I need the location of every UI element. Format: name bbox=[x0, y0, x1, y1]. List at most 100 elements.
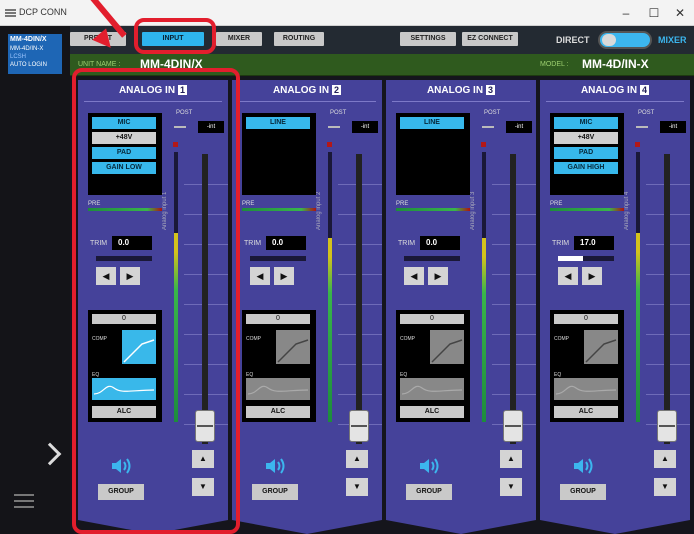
source-button[interactable]: LINE bbox=[400, 117, 464, 129]
channel-strip: ANALOG IN 3 LINE PRE TRIM 0.0 ◀ ▶ 0 COMP … bbox=[386, 80, 536, 534]
trim-label: TRIM bbox=[244, 240, 262, 247]
tab-settings[interactable]: SETTINGS bbox=[400, 32, 456, 46]
app-menu-icon[interactable] bbox=[5, 9, 16, 17]
trim-level-bar bbox=[558, 256, 614, 261]
direct-mixer-toggle[interactable] bbox=[598, 31, 652, 49]
device-item[interactable]: LCSH bbox=[8, 53, 62, 61]
channel-number: 3 bbox=[486, 85, 496, 95]
tab-ez-connect[interactable]: EZ CONNECT bbox=[462, 32, 518, 46]
comp-graph[interactable] bbox=[430, 330, 464, 364]
channel-route-label: Analog input 2 bbox=[316, 191, 322, 230]
trim-down-button[interactable]: ◀ bbox=[558, 267, 578, 285]
trim-up-button[interactable]: ▶ bbox=[274, 267, 294, 285]
source-button[interactable]: MIC bbox=[554, 117, 618, 129]
trim-value[interactable]: 0.0 bbox=[266, 236, 306, 250]
maximize-button[interactable]: ☐ bbox=[640, 2, 668, 24]
trim-level-bar bbox=[404, 256, 460, 261]
post-indicator bbox=[328, 126, 340, 128]
channel-strip: ANALOG IN 2 LINE PRE TRIM 0.0 ◀ ▶ 0 COMP … bbox=[232, 80, 382, 534]
post-label: POST bbox=[638, 110, 655, 116]
fader-knob[interactable] bbox=[657, 410, 677, 442]
level-meter bbox=[482, 152, 486, 422]
device-item[interactable]: AUTO LOGIN bbox=[8, 61, 62, 69]
comp-graph[interactable] bbox=[584, 330, 618, 364]
dynamics-value[interactable]: 0 bbox=[554, 314, 618, 324]
fader-down-button[interactable]: ▼ bbox=[654, 478, 676, 496]
eq-graph[interactable] bbox=[246, 378, 310, 400]
divider bbox=[238, 101, 376, 102]
device-item[interactable]: MM-4DIN/X bbox=[8, 34, 62, 45]
fader-knob[interactable] bbox=[503, 410, 523, 442]
model-value: MM-4D/IN-X bbox=[582, 57, 649, 71]
sidebar: MM-4DIN/X MM-4D/IN-X LCSH AUTO LOGIN bbox=[0, 26, 70, 534]
tab-routing[interactable]: ROUTING bbox=[274, 32, 324, 46]
trim-up-button[interactable]: ▶ bbox=[582, 267, 602, 285]
fader-up-button[interactable]: ▲ bbox=[346, 450, 368, 468]
comp-label: COMP bbox=[400, 336, 415, 342]
dynamics-value[interactable]: 0 bbox=[400, 314, 464, 324]
eq-graph[interactable] bbox=[554, 378, 618, 400]
channel-route-label: Analog input 4 bbox=[624, 191, 630, 230]
group-button[interactable]: GROUP bbox=[406, 484, 452, 500]
level-meter-fill bbox=[482, 238, 486, 422]
source-button[interactable]: PAD bbox=[554, 147, 618, 159]
fader-knob[interactable] bbox=[349, 410, 369, 442]
alc-button[interactable]: ALC bbox=[554, 406, 618, 418]
fader-down-button[interactable]: ▼ bbox=[500, 478, 522, 496]
divider bbox=[392, 101, 530, 102]
fader-track[interactable] bbox=[664, 154, 670, 444]
trim-value[interactable]: 17.0 bbox=[574, 236, 614, 250]
source-button[interactable]: +48V bbox=[554, 132, 618, 144]
routing-label[interactable]: -int bbox=[660, 121, 686, 133]
group-button[interactable]: GROUP bbox=[252, 484, 298, 500]
pre-meter bbox=[550, 208, 624, 211]
minimize-button[interactable]: – bbox=[612, 2, 640, 24]
eq-graph[interactable] bbox=[400, 378, 464, 400]
level-meter-fill bbox=[328, 238, 332, 422]
source-button[interactable]: GAIN HIGH bbox=[554, 162, 618, 174]
trim-down-button[interactable]: ◀ bbox=[404, 267, 424, 285]
level-meter bbox=[636, 152, 640, 422]
pre-meter-label: PRE bbox=[396, 201, 409, 207]
window-title: DCP CONN bbox=[19, 7, 67, 17]
channel-title: ANALOG IN 3 bbox=[386, 85, 536, 96]
fader-down-button[interactable]: ▼ bbox=[346, 478, 368, 496]
trim-up-button[interactable]: ▶ bbox=[428, 267, 448, 285]
trim-down-button[interactable]: ◀ bbox=[250, 267, 270, 285]
fader-up-button[interactable]: ▲ bbox=[654, 450, 676, 468]
routing-label[interactable]: -int bbox=[506, 121, 532, 133]
speaker-icon[interactable] bbox=[572, 456, 598, 476]
trim-label: TRIM bbox=[552, 240, 570, 247]
direct-label: DIRECT bbox=[556, 35, 590, 45]
alc-button[interactable]: ALC bbox=[246, 406, 310, 418]
fader-up-button[interactable]: ▲ bbox=[500, 450, 522, 468]
fader-track[interactable] bbox=[356, 154, 362, 444]
speaker-icon[interactable] bbox=[418, 456, 444, 476]
trim-level-bar bbox=[250, 256, 306, 261]
mixer-label: MIXER bbox=[658, 35, 687, 45]
chevron-right-icon[interactable] bbox=[38, 442, 62, 466]
speaker-icon[interactable] bbox=[264, 456, 290, 476]
alc-button[interactable]: ALC bbox=[400, 406, 464, 418]
post-indicator bbox=[482, 126, 494, 128]
trim-level-fill bbox=[558, 256, 583, 261]
channel-title: ANALOG IN 2 bbox=[232, 85, 382, 96]
post-label: POST bbox=[330, 110, 347, 116]
routing-label[interactable]: -int bbox=[352, 121, 378, 133]
dynamics-panel: 0 COMP EQ ALC bbox=[396, 310, 470, 422]
close-button[interactable]: ✕ bbox=[666, 2, 694, 24]
comp-label: COMP bbox=[246, 336, 261, 342]
group-button[interactable]: GROUP bbox=[560, 484, 606, 500]
dynamics-value[interactable]: 0 bbox=[246, 314, 310, 324]
fader-track[interactable] bbox=[510, 154, 516, 444]
clip-indicator bbox=[327, 142, 332, 147]
device-item[interactable]: MM-4D/IN-X bbox=[8, 45, 62, 53]
divider bbox=[546, 101, 684, 102]
menu-icon[interactable] bbox=[14, 494, 34, 508]
source-button[interactable]: LINE bbox=[246, 117, 310, 129]
tab-mixer[interactable]: MIXER bbox=[216, 32, 262, 46]
comp-graph[interactable] bbox=[276, 330, 310, 364]
source-panel: LINE bbox=[242, 113, 316, 195]
annotation-highlight-channel-1 bbox=[72, 68, 240, 534]
trim-value[interactable]: 0.0 bbox=[420, 236, 460, 250]
